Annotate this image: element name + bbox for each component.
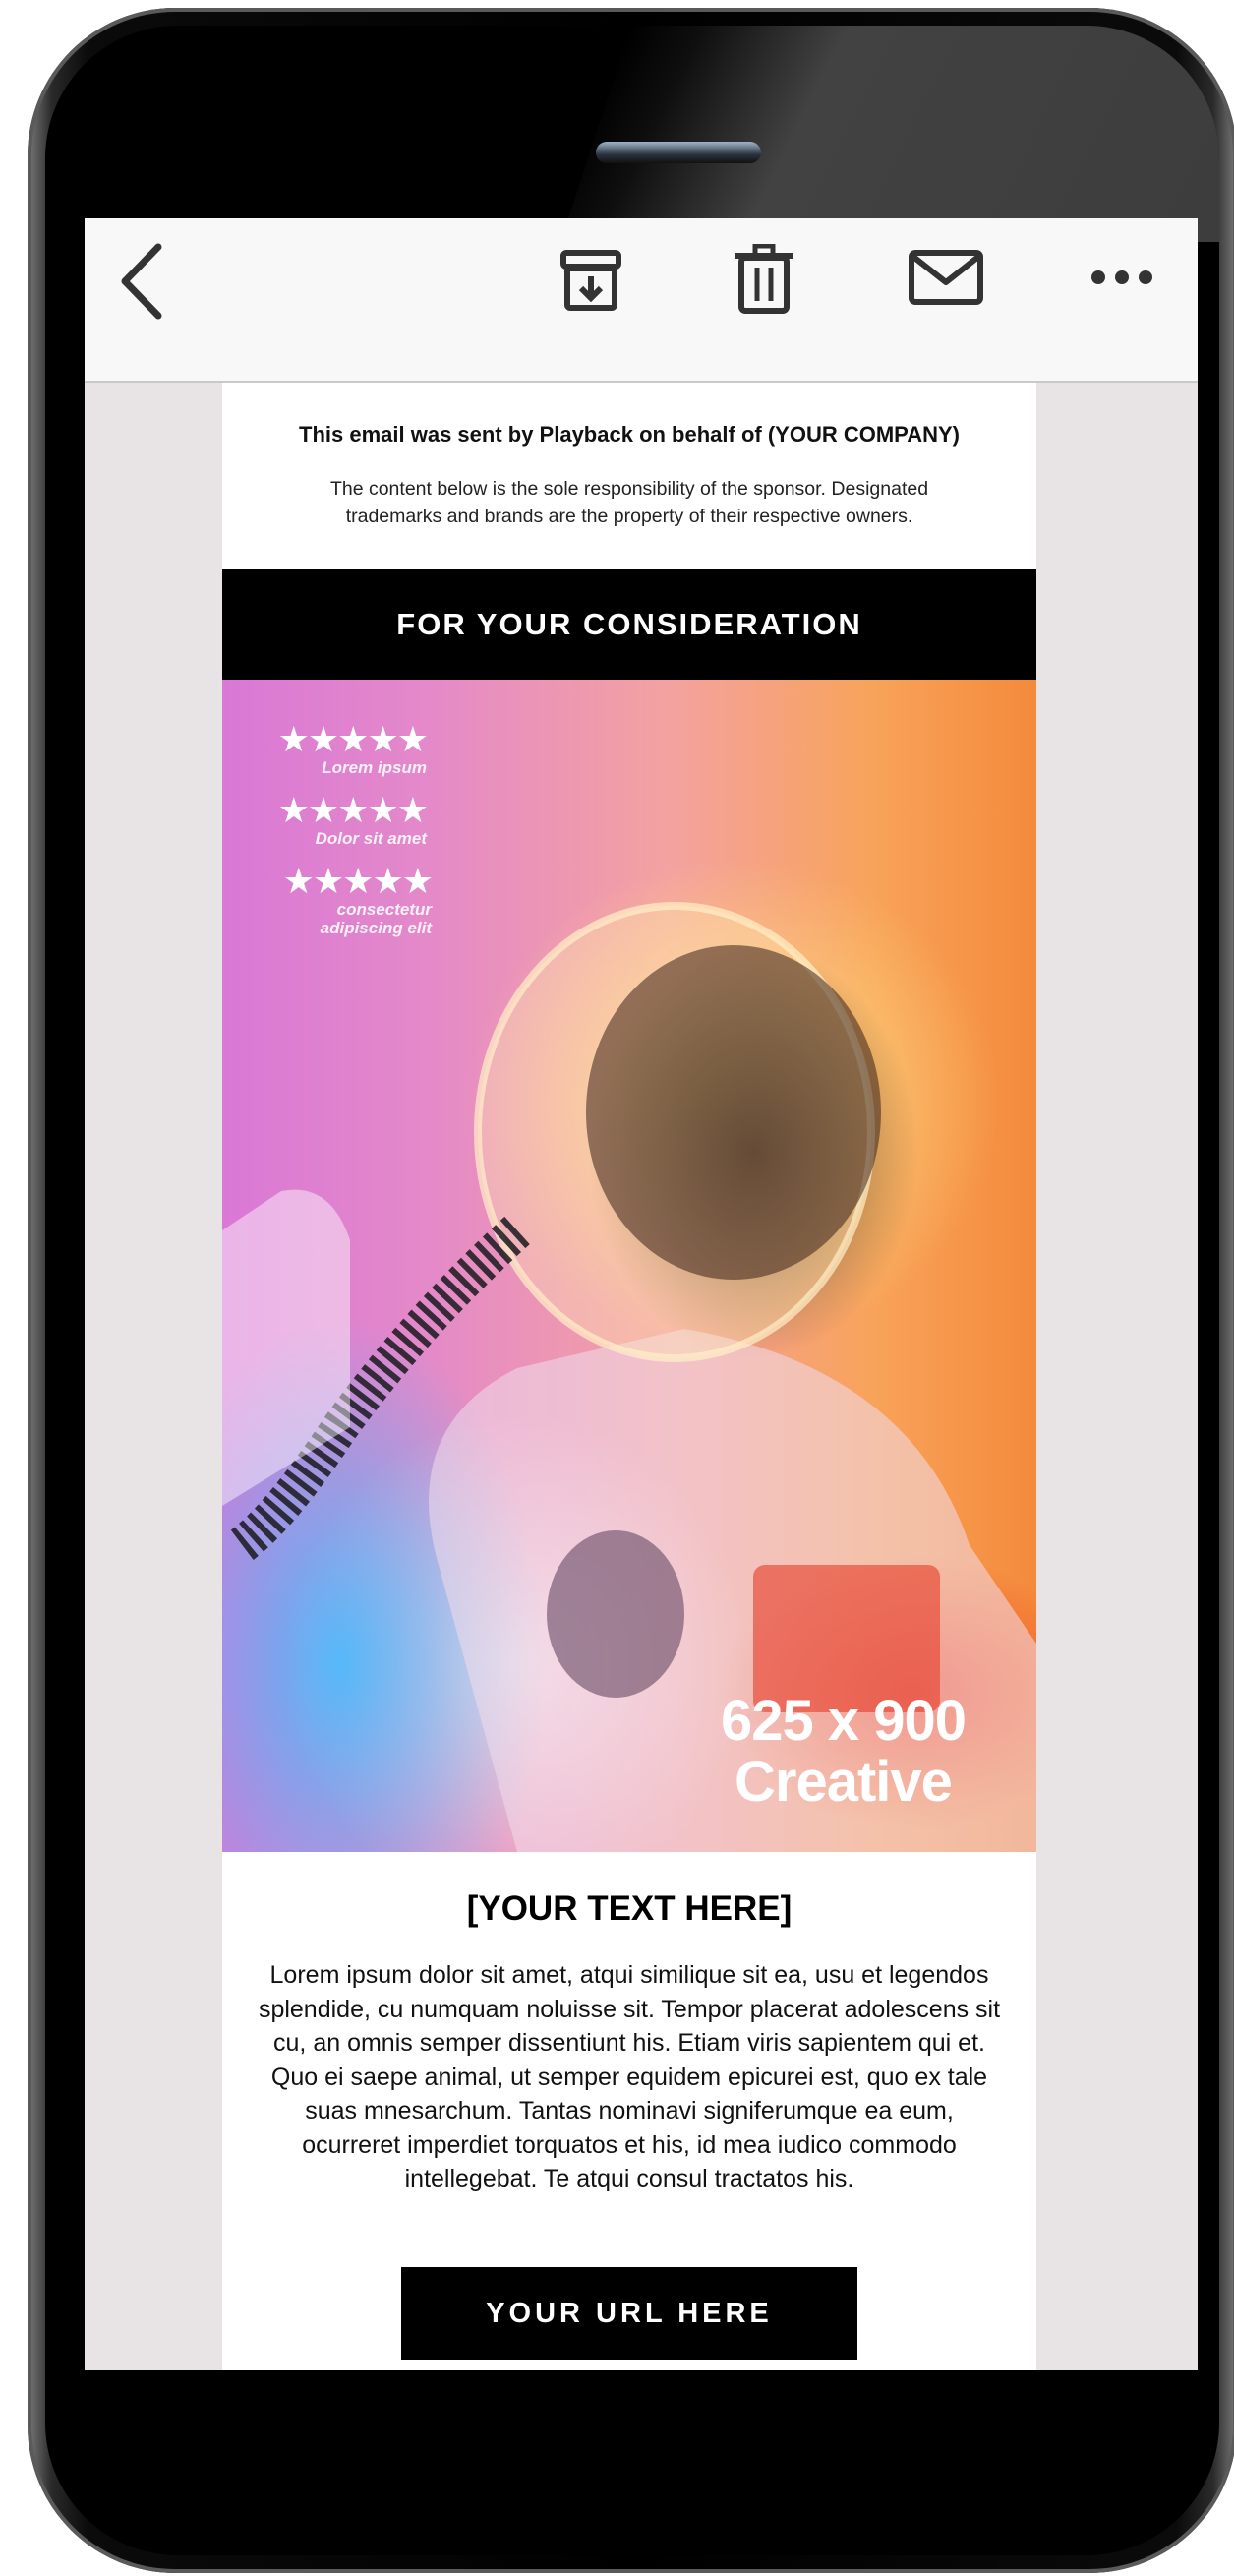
email-headline: [YOUR TEXT HERE] (466, 1889, 793, 1928)
phone-screen: This email was sent by Playback on behal… (85, 218, 1198, 2370)
phone-speaker (596, 142, 761, 163)
five-stars-icon: ★★★★★ (277, 790, 429, 830)
rating-label: Dolor sit amet (315, 829, 427, 848)
mail-toolbar (85, 218, 1198, 383)
rating-2: ★★★★★ Dolor sit amet (260, 790, 429, 849)
hero-creative-image[interactable]: ★★★★★ Lorem ipsum ★★★★★ Dolor sit amet ★… (222, 680, 1036, 1852)
rating-label: consectetur adipiscing elit (320, 900, 432, 937)
rating-label: Lorem ipsum (322, 758, 427, 777)
creative-size-label: 625 x 900 Creative (720, 1689, 967, 1814)
more-dots-icon[interactable] (1087, 258, 1156, 297)
sender-notice: This email was sent by Playback on behal… (299, 422, 960, 447)
trash-icon[interactable] (730, 242, 798, 317)
email-body: This email was sent by Playback on behal… (222, 383, 1036, 2370)
url-cta-button[interactable]: YOUR URL HERE (401, 2267, 857, 2360)
creative-size-word: Creative (735, 1750, 953, 1814)
five-stars-icon: ★★★★★ (277, 719, 429, 759)
consideration-banner: FOR YOUR CONSIDERATION (222, 569, 1036, 680)
sponsor-disclaimer: The content below is the sole responsibi… (329, 478, 929, 527)
mail-envelope-icon[interactable] (907, 244, 985, 311)
email-body-text: Lorem ipsum dolor sit amet, atqui simili… (258, 1961, 1001, 2192)
screen-glare (560, 26, 1219, 242)
creative-size-dimensions: 625 x 900 (720, 1689, 967, 1753)
five-stars-icon: ★★★★★ (282, 861, 434, 901)
rating-3: ★★★★★ consectetur adipiscing elit (260, 861, 434, 938)
archive-download-icon[interactable] (557, 246, 625, 315)
chevron-left-icon[interactable] (106, 238, 175, 325)
astronaut-illustration (222, 902, 1036, 1852)
rating-1: ★★★★★ Lorem ipsum (260, 719, 429, 778)
